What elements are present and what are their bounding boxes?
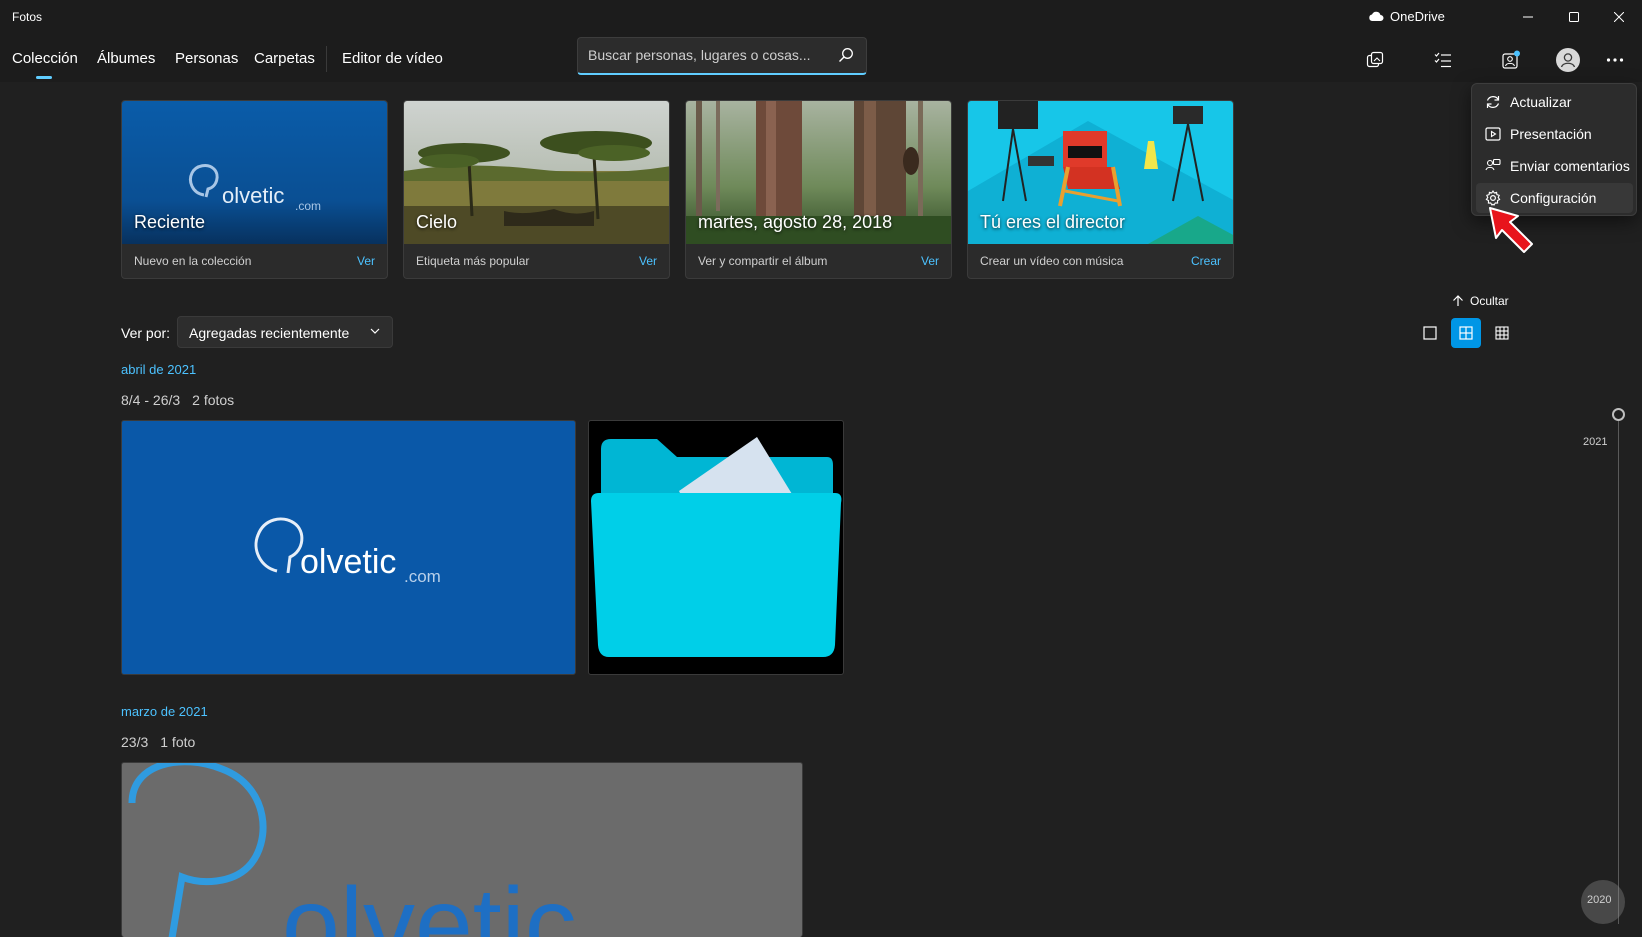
card-subtitle: Crear un vídeo con música [980,254,1124,268]
import-button[interactable] [1359,44,1391,76]
minimize-icon [1523,16,1533,18]
card-subtitle: Nuevo en la colección [134,254,252,268]
checklist-icon [1434,52,1451,68]
menu-item-actualizar[interactable]: Actualizar [1476,87,1633,117]
card-action-link[interactable]: Crear [1191,254,1221,268]
select-button[interactable] [1427,44,1459,76]
tab-coleccion[interactable]: Colección [12,50,78,79]
group-info: 8/4 - 26/3 2 fotos [121,392,234,408]
view-medium-button[interactable] [1451,318,1481,348]
timeline-year[interactable]: 2020 [1587,894,1611,906]
timeline-handle[interactable] [1612,408,1625,421]
timeline-year[interactable]: 2021 [1583,436,1607,448]
maximize-button[interactable] [1551,0,1597,34]
account-button[interactable] [1552,44,1584,76]
hide-label: Ocultar [1470,294,1509,308]
menu-item-presentacion[interactable]: Presentación [1476,119,1633,149]
tab-carpetas[interactable]: Carpetas [254,50,315,67]
sort-value: Agregadas recientemente [189,325,350,341]
arrow-up-icon [1453,295,1463,306]
import-icon [1366,51,1384,68]
tab-editor-de-video[interactable]: Editor de vídeo [342,50,443,67]
app-title: Fotos [12,10,43,24]
photo-thumbnail[interactable]: olvetic .com [121,420,576,675]
group-count: 2 fotos [192,392,235,408]
photo-thumbnail[interactable] [588,420,844,675]
tab-albumes[interactable]: Álbumes [97,50,155,67]
card-action-link[interactable]: Ver [921,254,939,268]
onedrive-label: OneDrive [1390,9,1445,24]
more-options-menu: Actualizar Presentación Enviar comentari… [1471,83,1637,216]
photo-thumbnail[interactable]: olvetic [121,762,803,937]
red-pointer-arrow-icon [1489,207,1533,253]
card-subtitle: Ver y compartir el álbum [698,254,828,268]
menu-item-label: Enviar comentarios [1510,158,1630,174]
menu-item-label: Actualizar [1510,94,1572,110]
card-logo-text: olvetic [222,183,285,208]
minimize-button[interactable] [1505,0,1551,34]
people-photos-button[interactable] [1495,44,1527,76]
group-range: 23/3 [121,734,149,750]
close-icon [1614,12,1624,22]
feedback-icon [1485,158,1501,171]
nav-bar: Colección Álbumes Personas Carpetas Edit… [0,36,1642,82]
chevron-down-icon [370,328,380,334]
search-box [577,37,867,75]
hide-button[interactable]: Ocultar [1452,294,1509,308]
card-director[interactable]: Tú eres el director Crear un vídeo con m… [967,100,1234,279]
group-info: 23/3 1 foto [121,734,195,750]
card-cielo[interactable]: Cielo Etiqueta más popular Ver [403,100,670,279]
grid-2x2-icon [1459,326,1473,340]
single-square-icon [1423,326,1437,340]
cloud-icon [1369,11,1384,21]
sort-dropdown[interactable]: Agregadas recientemente [177,316,393,348]
group-date-link[interactable]: abril de 2021 [121,362,196,377]
menu-item-enviar-comentarios[interactable]: Enviar comentarios [1476,151,1633,181]
refresh-icon [1486,96,1500,108]
onedrive-status[interactable]: OneDrive [1368,9,1445,24]
group-count: 1 foto [160,734,196,750]
card-reciente[interactable]: olvetic .com Reciente Nuevo en la colecc… [121,100,388,279]
maximize-icon [1569,12,1579,22]
group-date-link[interactable]: marzo de 2021 [121,704,208,719]
card-title: Cielo [416,212,458,232]
more-options-button[interactable] [1599,44,1631,76]
folder-icon [591,437,842,657]
more-icon [1606,58,1624,62]
card-subtitle: Etiqueta más popular [416,254,530,268]
people-photo-icon [1502,50,1520,69]
group-range: 8/4 - 26/3 [121,392,181,408]
card-logo-suffix: .com [295,199,322,213]
card-album-fecha[interactable]: martes, agosto 28, 2018 Ver y compartir … [685,100,952,279]
view-small-button[interactable] [1487,318,1517,348]
slideshow-icon [1485,127,1501,141]
card-action-link[interactable]: Ver [357,254,375,268]
big-logo-text: olvetic [282,867,577,937]
gear-icon [1485,190,1501,206]
card-title: Reciente [134,212,206,232]
nav-divider [326,46,327,72]
search-icon[interactable] [838,47,854,63]
sort-label: Ver por: [121,325,171,341]
card-action-link[interactable]: Ver [639,254,657,268]
card-title: Tú eres el director [980,212,1126,232]
photo-logo-text: olvetic [300,543,397,581]
view-large-button[interactable] [1415,318,1445,348]
menu-item-label: Presentación [1510,126,1592,142]
avatar-icon [1556,48,1580,72]
card-title: martes, agosto 28, 2018 [698,212,893,232]
title-bar: Fotos OneDrive [0,0,1642,36]
menu-item-label: Configuración [1510,190,1597,206]
tab-personas[interactable]: Personas [175,50,238,67]
close-button[interactable] [1596,0,1642,34]
search-input[interactable] [588,47,828,63]
timeline-track[interactable] [1618,414,1619,924]
grid-3x3-icon [1495,326,1509,340]
photo-logo-suffix: .com [404,567,441,586]
